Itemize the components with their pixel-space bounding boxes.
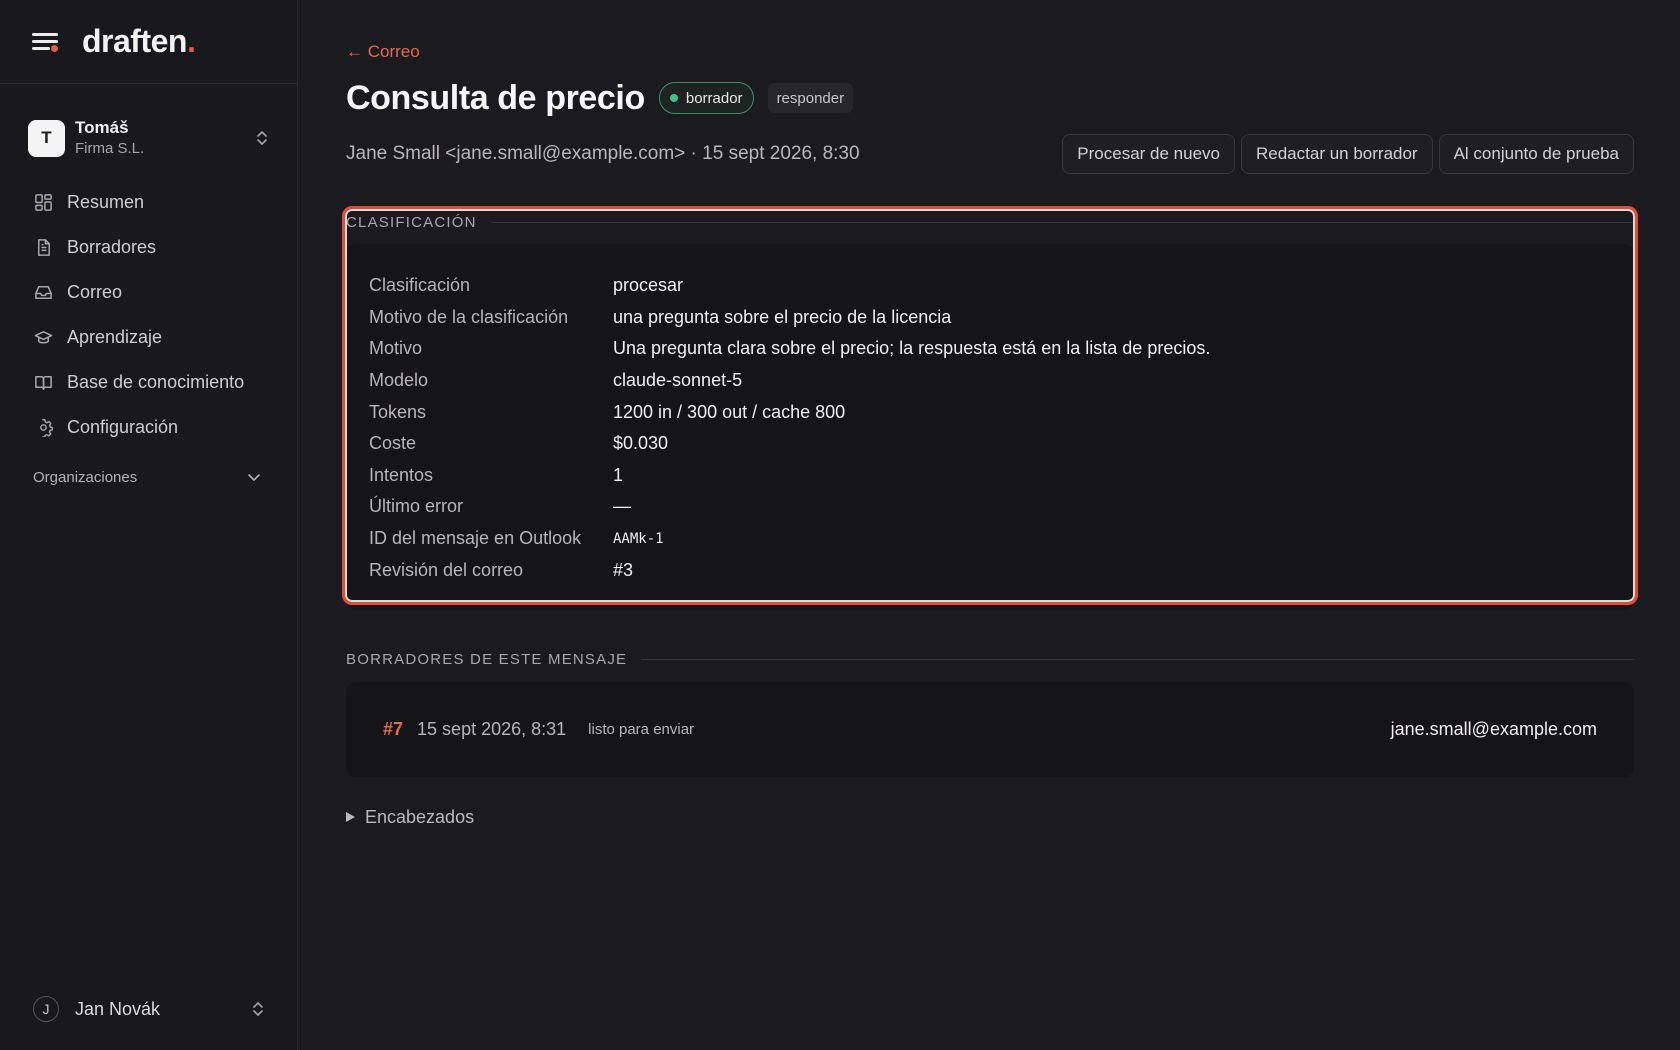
draft-date: 15 sept 2026, 8:31 (417, 718, 567, 739)
document-icon (37, 239, 50, 256)
detail-row: Motivo Una pregunta clara sobre el precio… (369, 338, 1211, 359)
workspace-org: Firma S.L. (75, 140, 145, 157)
organizations-label: Organizaciones (33, 468, 138, 486)
sidebar-item-label: Correo (67, 282, 123, 302)
sender-meta: Jane Small <jane.small@example.com> · 15… (346, 143, 860, 164)
graduation-cap-icon (34, 331, 53, 344)
detail-row: Revisión del correo #3 (369, 559, 634, 580)
sidebar-item-correo[interactable]: Correo (0, 270, 297, 315)
action-buttons: Procesar de nuevo Redactar un borrador A… (1062, 134, 1634, 174)
sidebar-item-label: Base de conocimiento (67, 372, 245, 392)
organizations-toggle[interactable]: Organizaciones (0, 462, 297, 492)
draft-item[interactable]: #7 15 sept 2026, 8:31 listo para enviar … (346, 681, 1634, 777)
workspace-switcher[interactable]: T Tomáš Firma S.L. (0, 116, 297, 160)
sidebar-item-label: Aprendizaje (67, 327, 163, 347)
detail-row: Intentos 1 (369, 464, 624, 485)
status-badge-label: borrador (685, 89, 743, 107)
chevron-down-icon (248, 474, 260, 481)
classification-card: Clasificación procesar Motivo de la clasi… (346, 244, 1634, 610)
action-tag: responder (767, 83, 854, 113)
headers-label: Encabezados (365, 806, 475, 827)
detail-row: Motivo de la clasificación una pregunta s… (369, 306, 952, 327)
sidebar-item-configuracion[interactable]: Configuración (0, 405, 297, 450)
sidebar-item-label: Borradores (67, 237, 157, 257)
chevron-up-down-icon (257, 131, 267, 145)
detail-row: ID del mensaje en Outlook AAMk-1 (369, 528, 664, 549)
draft-number[interactable]: #7 (383, 719, 403, 740)
headers-toggle[interactable]: Encabezados (346, 807, 1634, 828)
draft-status: listo para enviar (588, 720, 695, 738)
section-title: BORRADORES DE ESTE MENSAJE (346, 650, 1634, 670)
grid-icon (35, 194, 52, 211)
title-row: Consulta de precio borrador responder (346, 76, 1634, 120)
sidebar-nav: Resumen Borradores Correo Aprendizaje Ba… (0, 180, 297, 450)
user-menu[interactable]: J Jan Novák (33, 994, 265, 1024)
inbox-icon (35, 286, 52, 299)
chevron-up-down-icon (253, 1002, 263, 1016)
logo[interactable]: draften. (82, 23, 196, 60)
meta-row: Jane Small <jane.small@example.com> · 15… (346, 134, 1634, 174)
classification-section: CLASIFICACIÓN Clasificación procesar Moti… (342, 206, 1638, 610)
back-link[interactable]: ← Correo (346, 42, 1634, 64)
draft-recipient: jane.small@example.com (1390, 718, 1597, 739)
book-icon (35, 376, 52, 390)
avatar: J (33, 996, 59, 1022)
sidebar-item-base-de-conocimiento[interactable]: Base de conocimiento (0, 360, 297, 405)
brand-header: draften. (0, 0, 297, 84)
detail-row: Clasificación procesar (369, 275, 684, 296)
workspace-avatar: T (28, 119, 65, 157)
sidebar: draften. T Tomáš Firma S.L. Resumen Borr… (0, 0, 298, 1050)
sidebar-item-label: Resumen (67, 192, 145, 212)
sidebar-item-borradores[interactable]: Borradores (0, 225, 297, 270)
drafts-section: BORRADORES DE ESTE MENSAJE #7 15 sept 20… (346, 650, 1634, 777)
status-dot-icon (669, 94, 678, 102)
reprocess-button[interactable]: Procesar de nuevo (1062, 134, 1235, 174)
disclosure-triangle-icon (346, 812, 355, 823)
main-content: ← Correo Consulta de precio borrador res… (342, 0, 1638, 828)
user-name: Jan Novák (75, 998, 161, 1019)
menu-icon[interactable] (32, 31, 58, 53)
page-title: Consulta de precio (346, 78, 645, 117)
draft-reply-button[interactable]: Redactar un borrador (1241, 134, 1433, 174)
section-title: CLASIFICACIÓN (346, 212, 1634, 232)
detail-row: Coste $0.030 (369, 433, 669, 454)
gear-icon (40, 418, 53, 437)
workspace-name: Tomáš (75, 118, 129, 137)
detail-row: Modelo claude-sonnet-5 (369, 370, 743, 391)
add-to-test-set-button[interactable]: Al conjunto de prueba (1438, 134, 1634, 174)
sidebar-item-resumen[interactable]: Resumen (0, 180, 297, 225)
sidebar-item-aprendizaje[interactable]: Aprendizaje (0, 315, 297, 360)
status-badge: borrador (658, 82, 754, 114)
detail-row: Último error — (369, 496, 631, 517)
detail-row: Tokens 1200 in / 300 out / cache 800 (369, 401, 846, 422)
sidebar-item-label: Configuración (67, 417, 179, 437)
